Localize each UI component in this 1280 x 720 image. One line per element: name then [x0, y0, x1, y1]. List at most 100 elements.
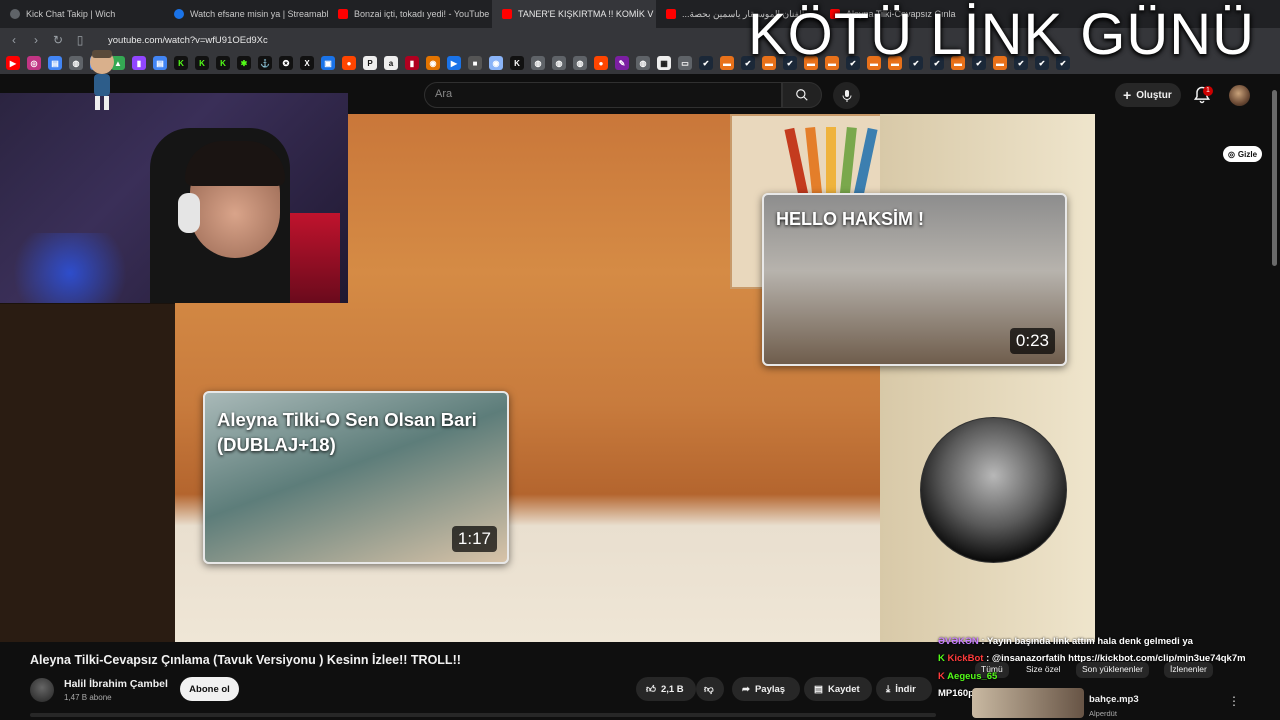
bookmark-kick-icon[interactable]: K [195, 56, 209, 70]
portrait-circle-image [920, 417, 1067, 563]
bookmark-app-icon[interactable]: K [510, 56, 524, 70]
bookmark-steam-icon[interactable]: ✔ [699, 56, 713, 70]
voice-search-button[interactable] [833, 82, 860, 109]
create-label: Oluştur [1136, 89, 1172, 101]
bookmark-globe-icon[interactable]: ◍ [636, 56, 650, 70]
tab-title: Bonzai içti, tokadı yedi! - YouTube [354, 9, 490, 19]
channel-avatar[interactable] [30, 678, 54, 702]
suggested-video-thumbnail[interactable] [972, 688, 1084, 718]
tab-title: TANER'E KIŞKIRTMA !! KOMİK V [518, 9, 654, 19]
share-label: Paylaş [754, 683, 786, 695]
subscribe-button[interactable]: Abone ol [180, 677, 239, 701]
plus-icon: + [1123, 87, 1132, 103]
youtube-favicon-icon [502, 9, 512, 19]
bookmark-kick-icon[interactable]: K [216, 56, 230, 70]
bookmark-app-icon[interactable]: ▬ [720, 56, 734, 70]
bookmark-app-icon[interactable]: ■ [468, 56, 482, 70]
bookmark-app-icon[interactable]: P [363, 56, 377, 70]
browser-tab[interactable]: Bonzai içti, tokadı yedi! - YouTube [328, 0, 492, 28]
bookmark-page-icon[interactable]: ▤ [153, 56, 167, 70]
search-input[interactable]: Ara [424, 82, 782, 108]
chip-recently-uploaded[interactable]: Son yüklenenler [1076, 662, 1149, 678]
search-button[interactable] [782, 82, 822, 108]
download-label: İndir [895, 683, 916, 695]
chat-username: Aegeus_65 [947, 671, 998, 682]
video-title: Aleyna Tilki-Cevapsız Çınlama (Tavuk Ver… [30, 653, 461, 667]
bookmark-app-icon[interactable]: ✎ [615, 56, 629, 70]
vertical-scrollbar[interactable] [1272, 90, 1277, 266]
browser-tab[interactable]: Kick Chat Takip | Wich [0, 0, 164, 28]
bookmark-icon[interactable]: ▯ [74, 33, 86, 47]
bookmark-app-icon[interactable]: ✪ [279, 56, 293, 70]
bookmark-globe-icon[interactable]: ◍ [573, 56, 587, 70]
like-button[interactable]: 👍︎ 2,1 B [636, 677, 696, 701]
kick-badge-icon: K [938, 671, 945, 682]
bookmark-page-icon[interactable]: ▤ [48, 56, 62, 70]
url-text[interactable]: youtube.com/watch?v=wfU91OEd9Xc [108, 35, 268, 46]
chat-message: K Aegeus_65 [938, 671, 997, 682]
like-count: 2,1 B [660, 683, 684, 695]
bookmark-app-icon[interactable]: ✱ [237, 56, 251, 70]
chip-for-you[interactable]: Size özel [1020, 662, 1067, 678]
card-title: HELLO HAKSİM ! [776, 209, 924, 229]
share-button[interactable]: ➦ Paylaş [732, 677, 800, 701]
create-button[interactable]: + Oluştur [1115, 83, 1181, 107]
notification-count-badge: 1 [1203, 86, 1213, 96]
chat-text: : Yayın başında link attım hala denk gel… [981, 636, 1193, 647]
bookmark-instagram-icon[interactable]: ◎ [27, 56, 41, 70]
download-button[interactable]: ⤓ İndir [876, 677, 932, 701]
cartoon-mascot-image [90, 50, 114, 110]
youtube-favicon-icon [666, 9, 676, 19]
chip-watched[interactable]: İzlenenler [1164, 662, 1213, 678]
horizontal-scrollbar[interactable] [30, 713, 936, 717]
eye-off-icon: ◎ [1227, 149, 1235, 159]
card-duration: 1:17 [451, 526, 497, 552]
bookmark-reddit-icon[interactable]: ● [342, 56, 356, 70]
bookmark-app-icon[interactable]: ▦ [657, 56, 671, 70]
bookmark-twitch-icon[interactable]: ▮ [132, 56, 146, 70]
suggested-video-title[interactable]: bahçe.mp3 [1089, 694, 1139, 705]
streamer-webcam [0, 93, 348, 303]
browser-tab[interactable]: Watch efsane misin ya | Streamable [164, 0, 328, 28]
bookmark-x-icon[interactable]: X [300, 56, 314, 70]
bookmark-youtube-icon[interactable]: ▶ [6, 56, 20, 70]
forward-arrow-icon[interactable]: › [30, 33, 42, 47]
chat-username: ƏVƏKƏN [938, 636, 979, 647]
bookmark-reddit-icon[interactable]: ● [594, 56, 608, 70]
streamable-favicon-icon [174, 9, 184, 19]
thumbs-down-icon: 👎︎ [704, 684, 714, 695]
hide-button[interactable]: ◎ Gizle [1223, 146, 1262, 162]
hide-label: Gizle [1237, 149, 1258, 159]
chat-username: MP160p [938, 688, 974, 699]
youtube-favicon-icon [338, 9, 348, 19]
aleyna-tilki-clip-card: Aleyna Tilki-O Sen Olsan Bari (DUBLAJ+18… [203, 391, 509, 564]
account-avatar[interactable] [1229, 85, 1250, 106]
save-button[interactable]: ▤ Kaydet [804, 677, 872, 701]
microphone-icon [842, 89, 851, 102]
channel-name[interactable]: Halil İbrahim Çambel [64, 678, 168, 690]
bookmark-globe-icon[interactable]: ◍ [552, 56, 566, 70]
hello-haksim-clip-card: HELLO HAKSİM ! 0:23 [762, 193, 1067, 366]
browser-tab-active[interactable]: TANER'E KIŞKIRTMA !! KOMİK V✕ [492, 0, 656, 28]
reload-icon[interactable]: ↻ [52, 33, 64, 47]
bookmark-app-icon[interactable]: ▶ [447, 56, 461, 70]
bookmark-app-icon[interactable]: ◉ [489, 56, 503, 70]
bookmark-globe-icon[interactable]: ◍ [69, 56, 83, 70]
bookmark-app-icon[interactable]: ▮ [405, 56, 419, 70]
bookmark-kick-icon[interactable]: K [174, 56, 188, 70]
tab-favicon-icon [10, 9, 20, 19]
bookmark-anchor-icon[interactable]: ⚓ [258, 56, 272, 70]
more-options-icon[interactable]: ⋮ [1228, 694, 1240, 708]
subscriber-count: 1,47 B abone [64, 693, 112, 702]
dislike-button[interactable]: 👎︎ [696, 677, 724, 701]
bookmark-amazon-icon[interactable]: a [384, 56, 398, 70]
bookmark-globe-icon[interactable]: ◍ [531, 56, 545, 70]
tab-title: Watch efsane misin ya | Streamable [190, 9, 328, 19]
bookmark-folder-icon[interactable]: ▭ [678, 56, 692, 70]
share-arrow-icon: ➦ [742, 683, 750, 695]
bookmark-app-icon[interactable]: ◉ [426, 56, 440, 70]
back-arrow-icon[interactable]: ‹ [8, 33, 20, 47]
save-playlist-icon: ▤ [814, 683, 823, 695]
bookmark-app-icon[interactable]: ▣ [321, 56, 335, 70]
tab-title: Kick Chat Takip | Wich [26, 9, 116, 19]
